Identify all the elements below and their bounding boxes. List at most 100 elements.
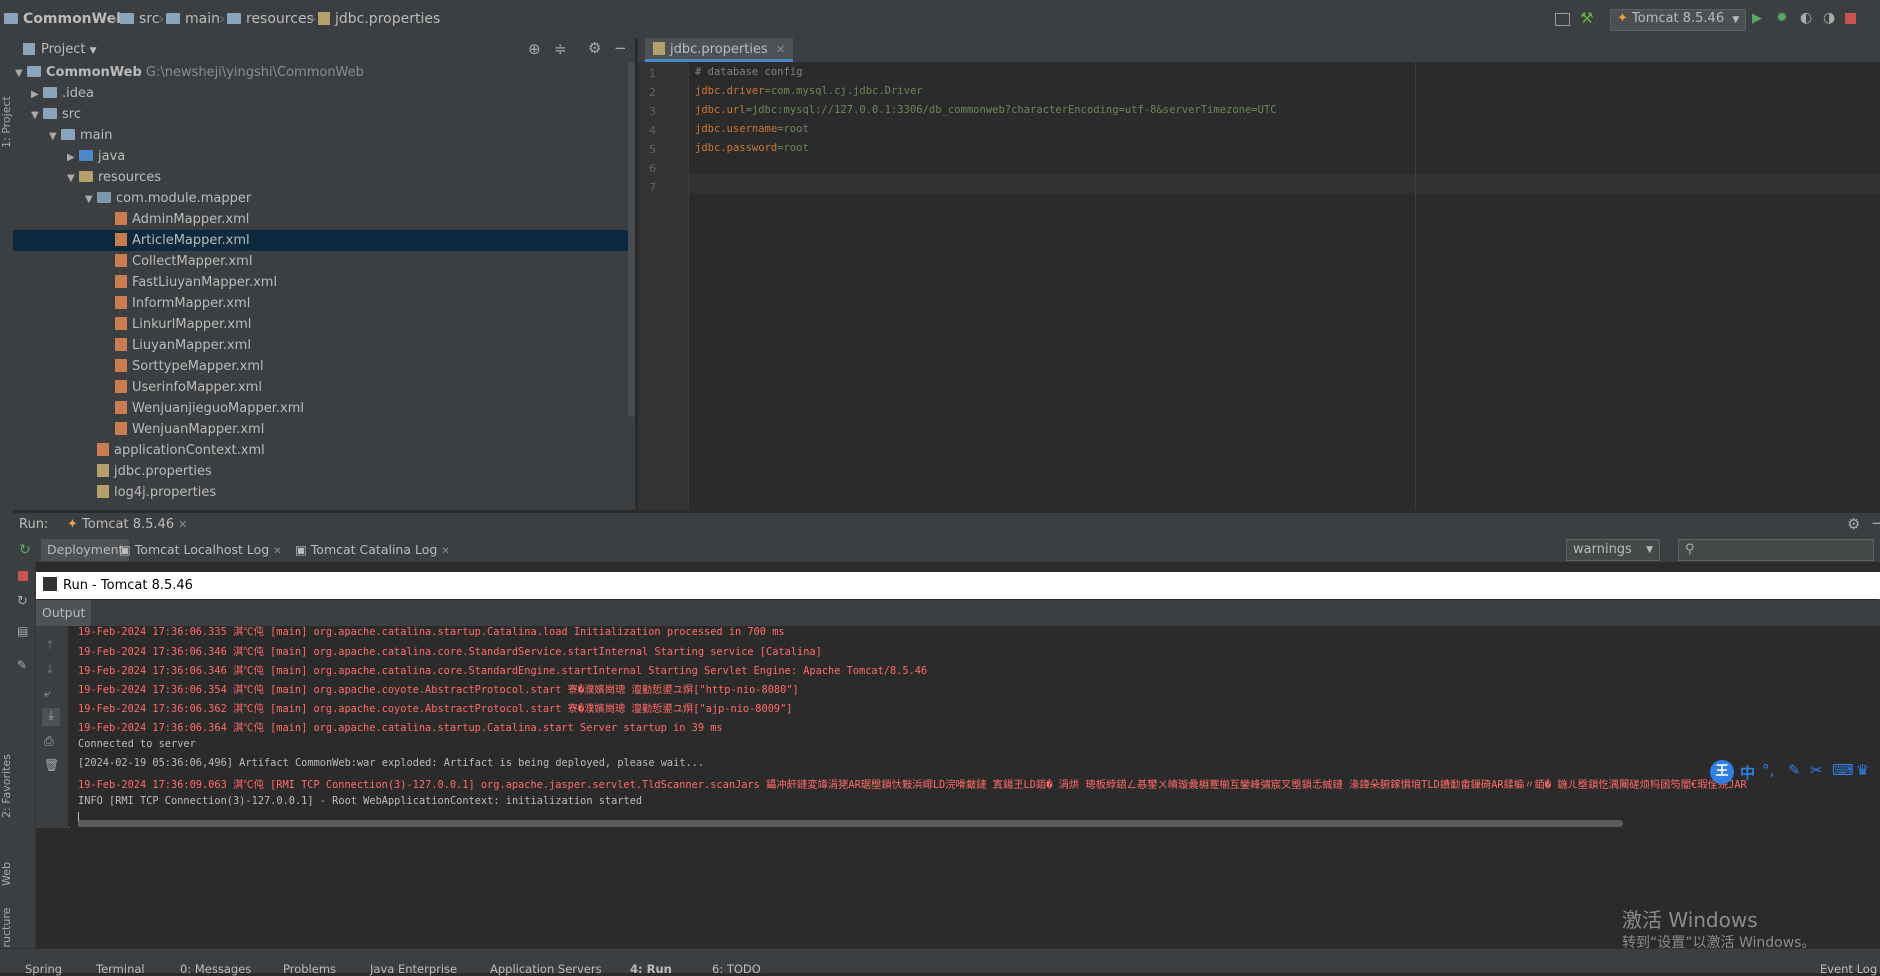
tree-node-file[interactable]: UserinfoMapper.xml xyxy=(103,377,262,398)
console-line: 19-Feb-2024 17:36:06.354 淇℃伅 [main] org.… xyxy=(78,684,799,696)
tree-node-file[interactable]: log4j.properties xyxy=(85,482,216,503)
trash-icon[interactable]: 🗑 xyxy=(44,758,59,772)
editor-tab-jdbc-properties[interactable]: jdbc.properties ✕ xyxy=(645,38,794,62)
gear-icon[interactable]: ⚙ xyxy=(588,39,601,57)
tree-node-folder[interactable]: ▼ main xyxy=(49,125,112,146)
project-view-select[interactable]: Project ▼ xyxy=(41,42,97,57)
build-hammer-icon[interactable]: ⚒ xyxy=(1580,9,1596,27)
down-arrow-icon[interactable]: ↓ xyxy=(45,662,55,676)
tree-node-file-selected[interactable]: ArticleMapper.xml xyxy=(13,230,635,251)
close-icon[interactable]: ✕ xyxy=(273,546,281,557)
tree-node-folder[interactable]: ▶ java xyxy=(67,146,125,167)
tool-tab-run[interactable]: 4: Run xyxy=(630,962,672,976)
log-level-filter[interactable]: warnings ▼ xyxy=(1566,539,1660,561)
run-icon[interactable]: ▶ xyxy=(1752,11,1768,27)
favorites-tool-button[interactable]: 2: Favorites xyxy=(0,754,13,818)
tree-node-file[interactable]: applicationContext.xml xyxy=(85,440,265,461)
run-window-title-bar[interactable]: Run - Tomcat 8.5.46 xyxy=(36,572,1880,599)
gear-icon[interactable]: ⚙ xyxy=(1847,515,1860,533)
event-log-button[interactable]: Event Log xyxy=(1820,962,1877,976)
coverage-icon[interactable]: ◐ xyxy=(1800,10,1816,26)
console-output[interactable]: 19-Feb-2024 17:36:06.335 淇℃伅 [main] org.… xyxy=(70,626,1880,828)
keyboard-icon[interactable]: ⌨ xyxy=(1832,761,1854,779)
tree-node-file[interactable]: CollectMapper.xml xyxy=(103,251,252,272)
pen-icon[interactable]: ✎ xyxy=(1788,761,1801,779)
breadcrumb-separator: › xyxy=(219,9,226,28)
soft-wrap-icon[interactable]: ⤶ xyxy=(44,686,51,701)
console-horizontal-scrollbar[interactable] xyxy=(78,820,1623,827)
code-editor[interactable] xyxy=(689,62,1880,510)
code-line: jdbc.password=root xyxy=(695,142,809,154)
punctuation-icon[interactable]: °, xyxy=(1762,761,1774,779)
stop-icon[interactable] xyxy=(1845,13,1856,24)
tree-node-folder[interactable]: ▼ src xyxy=(31,104,81,125)
scissors-icon[interactable]: ✂ xyxy=(1810,761,1823,779)
tree-node-package[interactable]: ▼ com.module.mapper xyxy=(85,188,251,209)
console-line: 19-Feb-2024 17:36:06.364 淇℃伅 [main] org.… xyxy=(78,722,723,734)
breadcrumb-resources[interactable]: resources xyxy=(227,11,314,27)
tree-node-file[interactable]: SorttypeMapper.xml xyxy=(103,356,264,377)
tab-tomcat-catalina-log[interactable]: ▣ Tomcat Catalina Log ✕ xyxy=(289,539,456,561)
chevron-down-icon: ▼ xyxy=(89,46,97,56)
breadcrumb-file[interactable]: jdbc.properties xyxy=(318,11,440,27)
tree-node-module[interactable]: ▼ CommonWeb G:\newsheji\yingshi\CommonWeb xyxy=(13,62,364,83)
breadcrumb-src[interactable]: src xyxy=(120,11,159,27)
project-panel-header: Project ▼ ⊕ ≑ ⚙ − xyxy=(13,38,635,63)
tool-tab-spring[interactable]: Spring xyxy=(25,962,62,976)
tool-tab-problems[interactable]: Problems xyxy=(283,962,336,976)
locate-icon[interactable]: ⊕ xyxy=(528,40,541,58)
rerun-icon[interactable]: ↻ xyxy=(19,542,31,558)
tree-node-file[interactable]: InformMapper.xml xyxy=(103,293,250,314)
tool-tab-todo[interactable]: 6: TODO xyxy=(712,962,761,976)
run-configuration-select[interactable]: ✦ Tomcat 8.5.46 ▼ xyxy=(1610,9,1747,31)
tree-node-file[interactable]: WenjuanMapper.xml xyxy=(103,419,264,440)
project-scrollbar[interactable] xyxy=(628,62,635,417)
ime-toolbar[interactable]: 王 中 °, ✎ ✂ ⌨ ♛ xyxy=(1710,760,1880,786)
tab-output[interactable]: Output xyxy=(36,600,92,626)
debug-icon[interactable]: ✹ xyxy=(1776,10,1792,26)
close-icon[interactable]: ✕ xyxy=(178,518,187,531)
log-search-input[interactable]: ⚲ xyxy=(1678,539,1874,561)
tree-node-file[interactable]: LiuyanMapper.xml xyxy=(103,335,251,356)
tree-node-file[interactable]: FastLiuyanMapper.xml xyxy=(103,272,277,293)
run-panel-empty-area xyxy=(36,829,1880,948)
scroll-to-end-icon[interactable]: ⤓ xyxy=(42,708,60,726)
editor-gutter: 1 2 3 4 5 6 7 xyxy=(638,62,689,510)
folder-icon xyxy=(166,13,180,24)
tomcat-icon: ✦ xyxy=(67,517,78,532)
breadcrumb-main[interactable]: main xyxy=(166,11,220,27)
tool-tab-terminal[interactable]: Terminal xyxy=(96,962,145,976)
xml-file-icon xyxy=(115,254,127,267)
source-folder-icon xyxy=(79,150,93,161)
pin-icon[interactable]: ✎ xyxy=(17,658,27,672)
tool-tab-java-enterprise[interactable]: Java Enterprise xyxy=(370,962,457,976)
run-config-tab[interactable]: ✦ Tomcat 8.5.46 ✕ xyxy=(67,517,187,532)
profile-icon[interactable]: ◑ xyxy=(1823,10,1839,26)
breadcrumb-project[interactable]: CommonWeb xyxy=(4,11,126,27)
tree-node-file[interactable]: jdbc.properties xyxy=(85,461,212,482)
print-icon[interactable]: ⎙ xyxy=(44,734,54,749)
web-tool-button[interactable]: Web xyxy=(0,862,13,886)
minimize-icon[interactable]: − xyxy=(1871,514,1880,532)
minimize-icon[interactable]: − xyxy=(614,39,627,57)
layout-icon[interactable]: ▤ xyxy=(17,624,28,638)
project-tool-button[interactable]: 1: Project xyxy=(0,96,13,148)
properties-file-icon xyxy=(97,485,109,498)
tree-node-file[interactable]: WenjuanjieguoMapper.xml xyxy=(103,398,304,419)
tab-tomcat-localhost-log[interactable]: ▣ Tomcat Localhost Log ✕ xyxy=(113,539,288,561)
tree-node-folder[interactable]: ▼ resources xyxy=(67,167,161,188)
tree-node-folder[interactable]: ▶ .idea xyxy=(31,83,94,104)
skin-icon[interactable]: ♛ xyxy=(1856,761,1869,779)
close-icon[interactable]: ✕ xyxy=(441,546,449,557)
tool-tab-application-servers[interactable]: Application Servers xyxy=(490,962,602,976)
tree-node-file[interactable]: LinkurlMapper.xml xyxy=(103,314,251,335)
layout-icon[interactable] xyxy=(1555,13,1570,26)
tool-tab-messages[interactable]: 0: Messages xyxy=(180,962,251,976)
close-icon[interactable]: ✕ xyxy=(776,43,785,56)
stop-icon[interactable] xyxy=(18,571,28,581)
up-arrow-icon[interactable]: ↑ xyxy=(45,638,55,652)
tree-node-file[interactable]: AdminMapper.xml xyxy=(103,209,249,230)
ime-language-toggle[interactable]: 中 xyxy=(1740,762,1755,783)
collapse-all-icon[interactable]: ≑ xyxy=(554,40,567,58)
restart-icon[interactable]: ↻ xyxy=(17,594,28,609)
